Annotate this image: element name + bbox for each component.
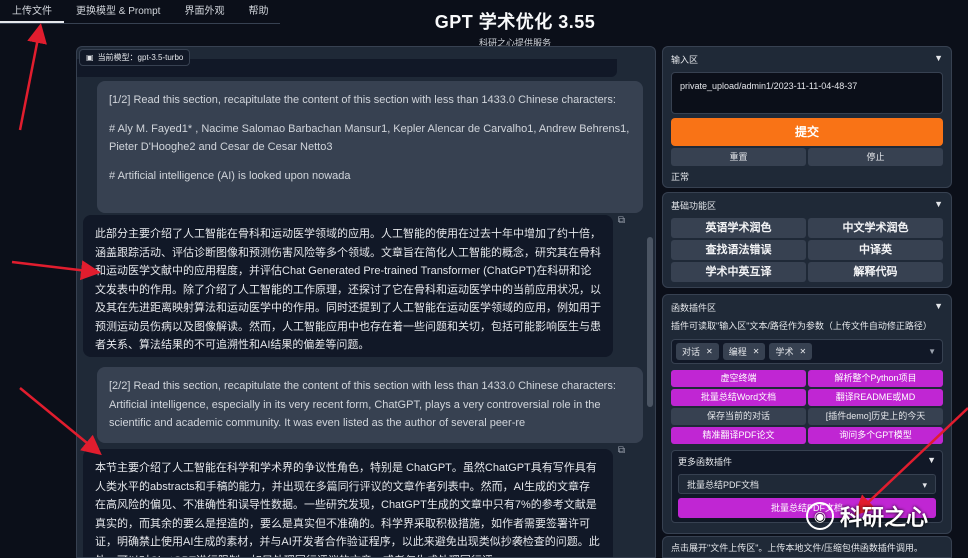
chip-dialog[interactable]: 对话 ✕ <box>676 343 719 360</box>
message-paragraph: 本节主要介绍了人工智能在科学和学术界的争议性角色，特别是 ChatGPT。虽然C… <box>95 462 600 557</box>
submit-button[interactable]: 提交 <box>671 118 943 146</box>
message-paragraph: [2/2] Read this section, recapitulate th… <box>109 380 616 429</box>
plugin-save-chat-button[interactable]: 保存当前的对话 <box>671 408 806 425</box>
chip-coding[interactable]: 编程 ✕ <box>722 343 766 360</box>
control-panel: 输入区 ▼ private_upload/admin1/2023-11-11-0… <box>662 46 954 558</box>
message-paragraph: [1/2] Read this section, recapitulate th… <box>109 94 616 106</box>
zh-to-en-button[interactable]: 中译英 <box>808 240 943 260</box>
input-textarea[interactable]: private_upload/admin1/2023-11-11-04-48-3… <box>671 72 943 114</box>
plugin-buttons: 虚空终端 解析整个Python项目 批量总结Word文档 翻译README或MD… <box>671 370 943 444</box>
chat-icon: ▣ <box>86 53 94 62</box>
chat-message-bot: 此部分主要介绍了人工智能在骨科和运动医学领域的应用。人工智能的使用在过去十年中增… <box>83 215 613 357</box>
close-icon[interactable]: ✕ <box>753 347 760 356</box>
tab-upload-file[interactable]: 上传文件 <box>0 0 64 23</box>
plugin-translate-pdf-button[interactable]: 精准翻译PDF论文 <box>671 427 806 444</box>
close-icon[interactable]: ✕ <box>706 347 713 356</box>
plugin-category-filter[interactable]: 对话 ✕ 编程 ✕ 学术 ✕ ▼ <box>671 339 943 364</box>
annotation-arrow <box>18 23 47 131</box>
top-menu: 上传文件 更换模型 & Prompt 界面外观 帮助 <box>0 0 280 24</box>
app-title: GPT 学术优化 3.55 <box>434 12 596 32</box>
model-label: ▣ 当前模型：gpt-3.5-turbo <box>79 49 191 66</box>
chat-scrollbar[interactable] <box>647 237 653 407</box>
chat-message-user: [1/2] Read this section, recapitulate th… <box>97 81 643 213</box>
message-paragraph: # Artificial intelligence (AI) is looked… <box>109 169 351 182</box>
plugin-void-terminal-button[interactable]: 虚空终端 <box>671 370 806 387</box>
copy-icon[interactable]: ⧉ <box>618 445 625 456</box>
chevron-down-icon[interactable]: ▼ <box>928 347 936 356</box>
plugin-parse-python-button[interactable]: 解析整个Python项目 <box>808 370 943 387</box>
chat-message-user: [2/2] Read this section, recapitulate th… <box>97 367 643 443</box>
grammar-check-button[interactable]: 查找语法错误 <box>671 240 806 260</box>
collapse-icon[interactable]: ▼ <box>934 199 943 212</box>
tab-change-model-prompt[interactable]: 更换模型 & Prompt <box>64 0 172 23</box>
watermark: ◉ 科研之心 <box>806 500 928 532</box>
chinese-polish-button[interactable]: 中文学术润色 <box>808 218 943 238</box>
plugins-hint: 插件可读取"输入区"文本/路径作为参数（上传文件自动修正路径） <box>671 321 932 331</box>
chevron-down-icon: ▾ <box>922 480 927 490</box>
tab-appearance[interactable]: 界面外观 <box>172 0 236 23</box>
tab-help[interactable]: 帮助 <box>236 0 280 23</box>
collapse-icon[interactable]: ▼ <box>934 53 943 66</box>
brand-logo-icon: ◉ <box>806 502 834 530</box>
plugin-translate-readme-button[interactable]: 翻译README或MD <box>808 389 943 406</box>
message-paragraph: 此部分主要介绍了人工智能在骨科和运动医学领域的应用。人工智能的使用在过去十年中增… <box>95 228 601 351</box>
plugin-ask-multiple-gpt-button[interactable]: 询问多个GPT模型 <box>808 427 943 444</box>
message-paragraph: # Aly M. Fayed1* , Nacime Salomao Barbac… <box>109 122 630 154</box>
reset-button[interactable]: 重置 <box>671 148 806 166</box>
basic-functions-section: 基础功能区 ▼ 英语学术润色 中文学术润色 查找语法错误 中译英 学术中英互译 … <box>662 192 952 288</box>
collapse-icon[interactable]: ▼ <box>927 455 936 468</box>
file-upload-toggle[interactable]: 点击展开"文件上传区"。上传本地文件/压缩包供函数插件调用。 <box>662 536 952 558</box>
app-header: GPT 学术优化 3.55 科研之心提供服务 <box>380 8 650 49</box>
plugins-section: 函数插件区 ▼ 插件可读取"输入区"文本/路径作为参数（上传文件自动修正路径） … <box>662 294 952 534</box>
chip-academic[interactable]: 学术 ✕ <box>769 343 813 360</box>
plugins-title: 函数插件区 <box>671 303 717 313</box>
plugin-history-today-button[interactable]: [插件demo]历史上的今天 <box>808 408 943 425</box>
more-plugins-dropdown[interactable]: 批量总结PDF文档 ▾ <box>678 474 936 494</box>
english-polish-button[interactable]: 英语学术润色 <box>671 218 806 238</box>
chat-panel: ▣ 当前模型：gpt-3.5-turbo [1/2] Read this sect… <box>76 46 656 558</box>
basic-functions-title: 基础功能区 <box>671 201 717 211</box>
chat-message-bot: 本节主要介绍了人工智能在科学和学术界的争议性角色，特别是 ChatGPT。虽然C… <box>83 449 613 557</box>
input-section: 输入区 ▼ private_upload/admin1/2023-11-11-0… <box>662 46 952 188</box>
copy-icon[interactable]: ⧉ <box>618 215 625 226</box>
status-text: 正常 <box>671 172 690 182</box>
collapse-icon[interactable]: ▼ <box>934 301 943 314</box>
close-icon[interactable]: ✕ <box>799 347 806 356</box>
input-section-title: 输入区 <box>671 55 699 65</box>
explain-code-button[interactable]: 解释代码 <box>808 262 943 282</box>
more-plugins-title: 更多函数插件 <box>678 457 733 467</box>
stop-button[interactable]: 停止 <box>808 148 943 166</box>
plugin-summarize-word-button[interactable]: 批量总结Word文档 <box>671 389 806 406</box>
academic-translate-button[interactable]: 学术中英互译 <box>671 262 806 282</box>
